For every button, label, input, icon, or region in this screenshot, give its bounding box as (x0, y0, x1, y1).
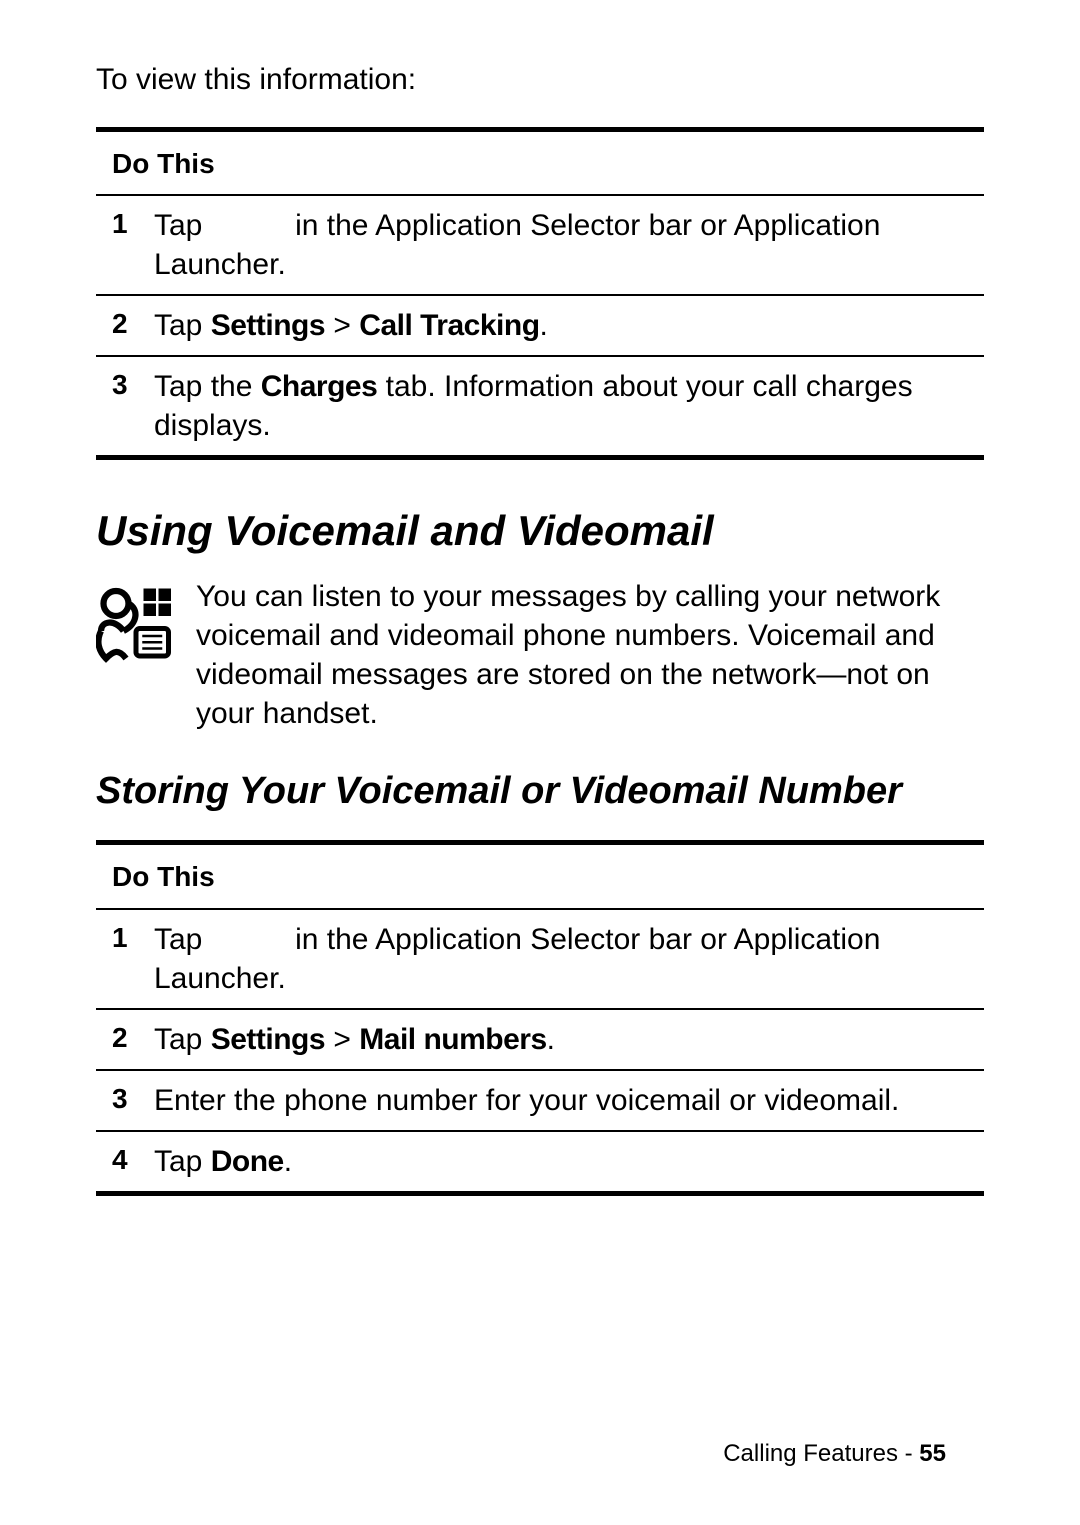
step-text: Tap (154, 309, 211, 342)
step-text: > (325, 1023, 359, 1056)
step-text: Tap the (154, 370, 261, 403)
table-row: 4 Tap Done. (96, 1132, 984, 1191)
step-body: Tap in the Application Selector bar or A… (154, 206, 968, 284)
table-row: 1 Tap in the Application Selector bar or… (96, 196, 984, 296)
table-row: 3 Tap the Charges tab. Information about… (96, 357, 984, 455)
steps-table-1: Do This 1 Tap in the Application Selecto… (96, 127, 984, 460)
ui-label-mail-numbers: Mail numbers (359, 1023, 546, 1056)
step-text: in the Application Selector bar or Appli… (154, 209, 880, 281)
ui-label-settings: Settings (211, 309, 325, 342)
step-number: 1 (112, 920, 154, 998)
table2-header: Do This (96, 845, 984, 909)
voicemail-icon (96, 577, 176, 671)
footer-sep: - (898, 1440, 919, 1467)
step-number: 2 (112, 306, 154, 345)
step-number: 1 (112, 206, 154, 284)
voicemail-intro-text: You can listen to your messages by calli… (196, 577, 984, 733)
step-number: 3 (112, 367, 154, 445)
step-number: 4 (112, 1142, 154, 1181)
section-heading-voicemail: Using Voicemail and Videomail (96, 504, 984, 559)
step-text: Tap (154, 1145, 211, 1178)
voicemail-intro-block: You can listen to your messages by calli… (96, 577, 984, 733)
page: To view this information: Do This 1 Tap … (0, 0, 1080, 1525)
step-body: Tap Settings > Call Tracking. (154, 306, 968, 345)
section-heading-storing-number: Storing Your Voicemail or Videomail Numb… (96, 767, 984, 816)
step-text: > (325, 309, 359, 342)
ui-label-charges: Charges (261, 370, 378, 403)
ui-label-settings: Settings (211, 1023, 325, 1056)
intro-text: To view this information: (96, 60, 984, 99)
step-text: . (284, 1145, 292, 1178)
page-number: 55 (919, 1440, 946, 1467)
step-body: Tap the Charges tab. Information about y… (154, 367, 968, 445)
step-body: Tap Settings > Mail numbers. (154, 1020, 968, 1059)
table-row: 3 Enter the phone number for your voicem… (96, 1071, 984, 1132)
step-text: Tap (154, 923, 202, 956)
step-text: Tap (154, 1023, 211, 1056)
table-row: 2 Tap Settings > Call Tracking. (96, 296, 984, 357)
table-row: 1 Tap in the Application Selector bar or… (96, 910, 984, 1010)
step-body: Enter the phone number for your voicemai… (154, 1081, 968, 1120)
table1-header: Do This (96, 132, 984, 196)
steps-table-2: Do This 1 Tap in the Application Selecto… (96, 840, 984, 1195)
step-text: in the Application Selector bar or Appli… (154, 923, 880, 995)
ui-label-done: Done (211, 1145, 284, 1178)
footer-section: Calling Features (723, 1440, 898, 1467)
step-body: Tap Done. (154, 1142, 968, 1181)
page-footer: Calling Features - 55 (723, 1438, 946, 1469)
step-text: . (547, 1023, 555, 1056)
table-row: 2 Tap Settings > Mail numbers. (96, 1010, 984, 1071)
ui-label-call-tracking: Call Tracking (359, 309, 539, 342)
step-text: . (540, 309, 548, 342)
step-text: Tap (154, 209, 202, 242)
step-body: Tap in the Application Selector bar or A… (154, 920, 968, 998)
step-number: 2 (112, 1020, 154, 1059)
step-number: 3 (112, 1081, 154, 1120)
